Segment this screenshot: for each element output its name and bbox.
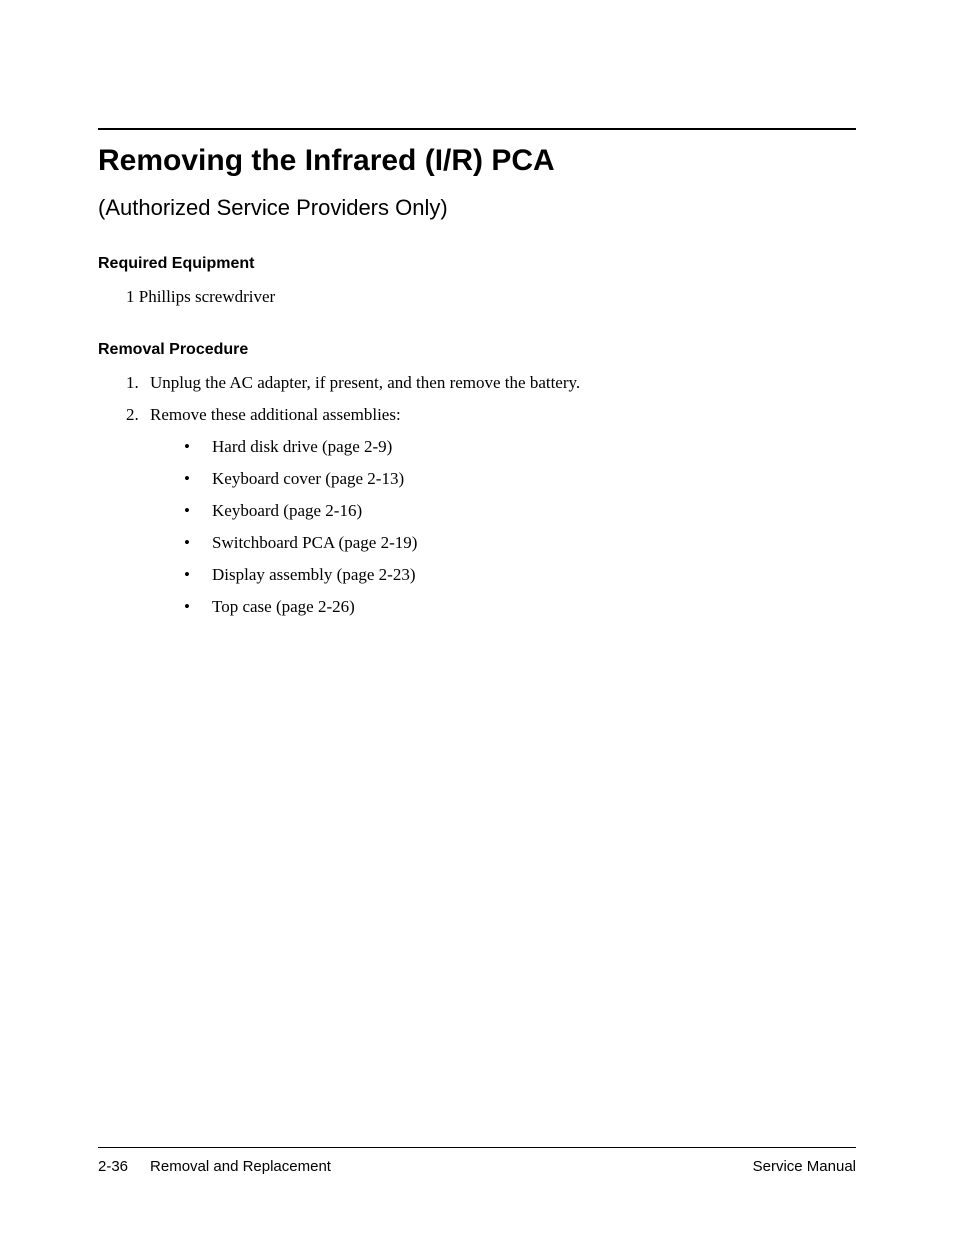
step-2: Remove these additional assemblies: Hard… xyxy=(126,405,856,617)
list-item: Display assembly (page 2-23) xyxy=(184,565,856,585)
item-text: Keyboard (page 2-16) xyxy=(212,501,362,520)
equipment-heading: Required Equipment xyxy=(98,255,856,273)
item-text: Switchboard PCA (page 2-19) xyxy=(212,533,417,552)
list-item: Keyboard (page 2-16) xyxy=(184,501,856,521)
footer-row: 2-36 Removal and Replacement Service Man… xyxy=(98,1158,856,1175)
section-name: Removal and Replacement xyxy=(150,1158,331,1175)
sub-assemblies: Hard disk drive (page 2-9) Keyboard cove… xyxy=(184,437,856,617)
page-subtitle: (Authorized Service Providers Only) xyxy=(98,195,856,221)
page-number: 2-36 xyxy=(98,1158,128,1175)
item-text: Keyboard cover (page 2-13) xyxy=(212,469,404,488)
page-footer: 2-36 Removal and Replacement Service Man… xyxy=(98,1147,856,1175)
step-1: Unplug the AC adapter, if present, and t… xyxy=(126,373,856,393)
footer-rule xyxy=(98,1147,856,1148)
item-text: Top case (page 2-26) xyxy=(212,597,355,616)
item-text: Hard disk drive (page 2-9) xyxy=(212,437,392,456)
page-content: Removing the Infrared (I/R) PCA (Authori… xyxy=(0,0,954,617)
doc-title: Service Manual xyxy=(753,1158,856,1175)
procedure-steps: Unplug the AC adapter, if present, and t… xyxy=(126,373,856,617)
footer-left: 2-36 Removal and Replacement xyxy=(98,1158,331,1175)
step-text: Remove these additional assemblies: xyxy=(150,405,401,424)
equipment-item: 1 Phillips screwdriver xyxy=(126,287,856,307)
list-item: Switchboard PCA (page 2-19) xyxy=(184,533,856,553)
step-text: Unplug the AC adapter, if present, and t… xyxy=(150,373,580,392)
list-item: Keyboard cover (page 2-13) xyxy=(184,469,856,489)
item-text: Display assembly (page 2-23) xyxy=(212,565,415,584)
procedure-heading: Removal Procedure xyxy=(98,341,856,359)
list-item: Top case (page 2-26) xyxy=(184,597,856,617)
list-item: Hard disk drive (page 2-9) xyxy=(184,437,856,457)
page-title: Removing the Infrared (I/R) PCA xyxy=(98,144,856,177)
top-rule xyxy=(98,128,856,130)
